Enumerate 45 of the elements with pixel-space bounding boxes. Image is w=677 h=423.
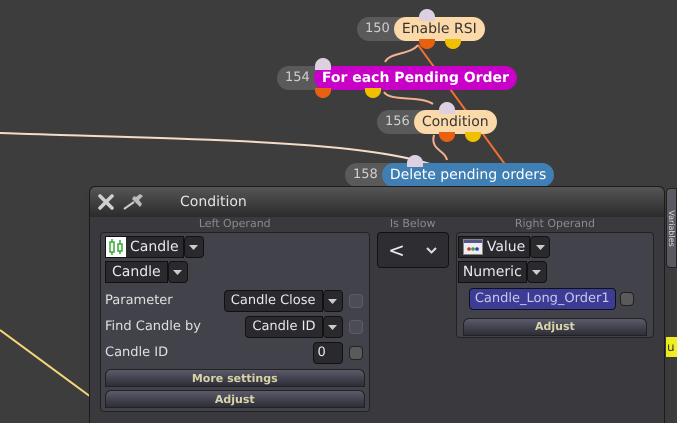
operand-subtype-select[interactable]: Candle: [105, 261, 168, 283]
dropdown-caret-icon[interactable]: [526, 261, 547, 283]
variable-field[interactable]: Candle_Long_Order1: [468, 288, 616, 310]
section-header: Is Below: [388, 217, 436, 231]
operand-type-select[interactable]: Candle: [105, 236, 184, 258]
operand-subtype-select[interactable]: Numeric: [458, 261, 527, 283]
chevron-down-icon: [426, 246, 438, 254]
output-port-icon: [465, 132, 481, 142]
dialog-title: Condition: [180, 192, 247, 212]
checkbox[interactable]: [348, 346, 362, 360]
dropdown-caret-icon[interactable]: [322, 290, 342, 312]
adjust-button[interactable]: Adjust: [105, 390, 364, 408]
flow-node[interactable]: Enable RSI: [394, 17, 485, 41]
dropdown-caret-icon[interactable]: [168, 261, 188, 283]
field-label: Parameter: [105, 292, 174, 310]
flow-node[interactable]: For each Pending Order: [314, 66, 517, 90]
side-tab[interactable]: Variables: [666, 188, 677, 268]
adjust-button[interactable]: Adjust: [462, 318, 647, 336]
window-icon: [462, 239, 483, 255]
operator-select[interactable]: <: [376, 232, 449, 268]
close-icon[interactable]: [98, 194, 114, 210]
field-label: Find Candle by: [105, 318, 202, 336]
dropdown-caret-icon[interactable]: [530, 236, 550, 258]
flow-node[interactable]: u: [666, 337, 677, 357]
operand-type-select[interactable]: Value: [458, 236, 530, 258]
output-port-icon: [445, 39, 461, 49]
flow-node[interactable]: Delete pending orders: [382, 163, 554, 187]
output-port-icon: [419, 39, 435, 49]
input-port-icon: [315, 58, 331, 70]
output-port-icon: [439, 132, 455, 142]
input-port-icon: [407, 155, 423, 167]
checkbox[interactable]: [620, 292, 634, 306]
dropdown-caret-icon[interactable]: [322, 316, 342, 338]
adjust-button[interactable]: More settings: [105, 369, 364, 387]
dropdown-caret-icon[interactable]: [184, 236, 204, 258]
candlestick-icon: [106, 237, 126, 257]
section-header: Left Operand: [198, 217, 272, 231]
field-label: Candle ID: [105, 344, 170, 362]
input-port-icon: [419, 9, 435, 21]
section-header: Right Operand: [514, 217, 596, 231]
output-port-icon: [315, 88, 331, 98]
input-field[interactable]: 0: [312, 342, 342, 364]
output-port-icon: [365, 88, 381, 98]
flow-node[interactable]: Condition: [414, 110, 497, 134]
input-port-icon: [439, 102, 455, 114]
